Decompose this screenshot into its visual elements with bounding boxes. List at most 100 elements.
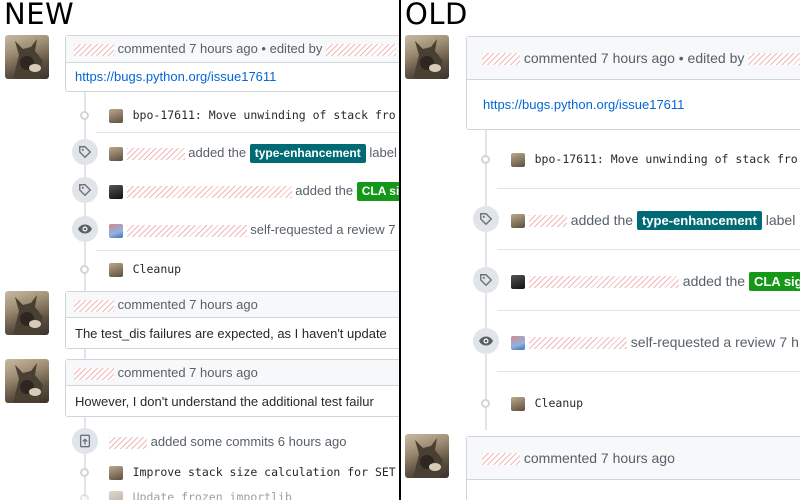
event-text: added some commits 6 hours ago — [150, 434, 347, 449]
review-event: self-requested a review 7 h — [511, 331, 800, 353]
commit-dot-icon — [481, 155, 490, 164]
mini-avatar — [109, 146, 123, 161]
label-event: added the type-enhancement label 7 h — [109, 143, 399, 163]
event-action: added the — [682, 273, 746, 289]
redacted-username — [74, 43, 114, 56]
mini-avatar — [109, 108, 123, 123]
label-event: added the CLA signe — [109, 181, 399, 201]
comment-meta: commented 7 hours ago • edited by — [117, 41, 323, 56]
label-type-enhancement[interactable]: type-enhancement — [249, 144, 366, 163]
comment-card: commented 7 hours ago However, I don't u… — [65, 359, 399, 417]
commit-dot-icon — [80, 468, 89, 477]
eye-icon — [473, 328, 499, 354]
divider — [497, 188, 800, 189]
commit-message[interactable]: Improve stack size calculation for SET — [133, 465, 396, 479]
redacted-username — [126, 185, 292, 198]
avatar[interactable] — [5, 291, 49, 335]
avatar[interactable] — [5, 359, 49, 403]
commit-dot-icon — [80, 111, 89, 120]
label-cla-signed[interactable]: CLA signe — [748, 272, 800, 291]
comment-meta: commented 7 hours ago — [523, 450, 675, 466]
mini-avatar — [511, 336, 525, 351]
comment-header: commented 7 hours ago — [66, 360, 399, 386]
mini-avatar — [511, 275, 525, 290]
commit-row[interactable]: bpo-17611: Move unwinding of stack fro — [511, 150, 800, 168]
commit-dot-icon — [80, 494, 89, 500]
label-event: added the type-enhancement label 7 h — [511, 209, 800, 231]
divider — [497, 371, 800, 372]
eye-icon — [72, 216, 98, 242]
event-text: self-requested a review 7 h — [250, 222, 399, 237]
redacted-username — [74, 367, 114, 380]
redacted-username — [528, 337, 627, 350]
comment-header: commented 7 hours ago — [467, 437, 800, 480]
redacted-username — [528, 276, 679, 289]
commit-row[interactable]: Cleanup — [511, 394, 800, 412]
commit-message[interactable]: Cleanup — [535, 396, 583, 410]
mini-avatar — [511, 396, 525, 411]
event-action: added the — [295, 183, 354, 198]
avatar[interactable] — [5, 35, 49, 79]
event-action: added the — [570, 212, 634, 228]
commit-message[interactable]: Update frozen importlib — [133, 490, 292, 500]
tag-icon — [473, 206, 499, 232]
redacted-username — [74, 299, 114, 312]
label-cla-signed[interactable]: CLA signe — [356, 182, 399, 201]
avatar[interactable] — [405, 35, 449, 79]
issue-link[interactable]: https://bugs.python.org/issue17611 — [75, 69, 276, 84]
redacted-username — [109, 436, 147, 449]
event-action: added the — [188, 145, 247, 160]
event-suffix: label 7 h — [765, 212, 800, 228]
avatar[interactable] — [405, 434, 449, 478]
mini-avatar — [511, 214, 525, 229]
mini-avatar — [109, 490, 123, 500]
comment-meta: commented 7 hours ago — [117, 297, 258, 312]
comment-card: commented 7 hours ago • edited by https:… — [65, 35, 399, 92]
commit-dot-icon — [481, 399, 490, 408]
redacted-editor — [325, 43, 396, 56]
redacted-username — [482, 53, 520, 66]
commit-row[interactable]: Improve stack size calculation for SET — [109, 463, 399, 481]
comment-body: https://bugs.python.org/issue17611 — [483, 97, 800, 112]
comment-body: However, I don't understand the addition… — [75, 394, 374, 409]
tag-icon — [473, 267, 499, 293]
commit-message[interactable]: Cleanup — [133, 262, 181, 276]
comment-header: commented 7 hours ago • edited by — [467, 37, 800, 80]
commits-event: added some commits 6 hours ago — [109, 432, 399, 452]
comment-body: The test_dis failures are expected, as I… — [75, 326, 387, 341]
old-panel: OLD commented 7 hours ago • edited by ht… — [401, 0, 800, 500]
redacted-editor — [748, 53, 800, 66]
commit-dot-icon — [80, 265, 89, 274]
mini-avatar — [109, 262, 123, 277]
commit-message[interactable]: bpo-17611: Move unwinding of stack fro — [133, 108, 396, 122]
commit-message[interactable]: bpo-17611: Move unwinding of stack fro — [535, 152, 798, 166]
comment-meta: commented 7 hours ago — [117, 365, 258, 380]
comment-header: commented 7 hours ago — [66, 292, 399, 318]
redacted-username — [528, 215, 567, 228]
event-text: self-requested a review 7 h — [630, 334, 799, 350]
comment-meta: commented 7 hours ago • edited by — [523, 50, 745, 66]
tag-icon — [72, 139, 98, 165]
panel-title-old: OLD — [405, 0, 468, 31]
label-event: added the CLA signe — [511, 270, 800, 292]
comment-card: commented 7 hours ago The test_dis failu… — [65, 291, 399, 349]
commit-row[interactable]: bpo-17611: Move unwinding of stack fro — [109, 106, 399, 124]
review-event: self-requested a review 7 h — [109, 220, 399, 240]
comment-card: commented 7 hours ago • edited by https:… — [466, 36, 800, 130]
mini-avatar — [511, 152, 525, 167]
divider — [497, 310, 800, 311]
comment-card: commented 7 hours ago — [466, 436, 800, 500]
label-type-enhancement[interactable]: type-enhancement — [636, 211, 762, 230]
commit-row[interactable]: Cleanup — [109, 260, 399, 278]
issue-link[interactable]: https://bugs.python.org/issue17611 — [483, 97, 684, 112]
event-suffix: label 7 h — [369, 145, 399, 160]
mini-avatar — [109, 184, 123, 199]
redacted-username — [126, 224, 247, 237]
panel-title-new: NEW — [4, 0, 75, 31]
redacted-username — [482, 453, 520, 466]
divider — [96, 250, 399, 251]
redacted-username — [126, 147, 185, 160]
commit-row[interactable]: Update frozen importlib — [109, 488, 399, 500]
divider — [497, 249, 800, 250]
comment-body: https://bugs.python.org/issue17611 — [75, 69, 399, 84]
